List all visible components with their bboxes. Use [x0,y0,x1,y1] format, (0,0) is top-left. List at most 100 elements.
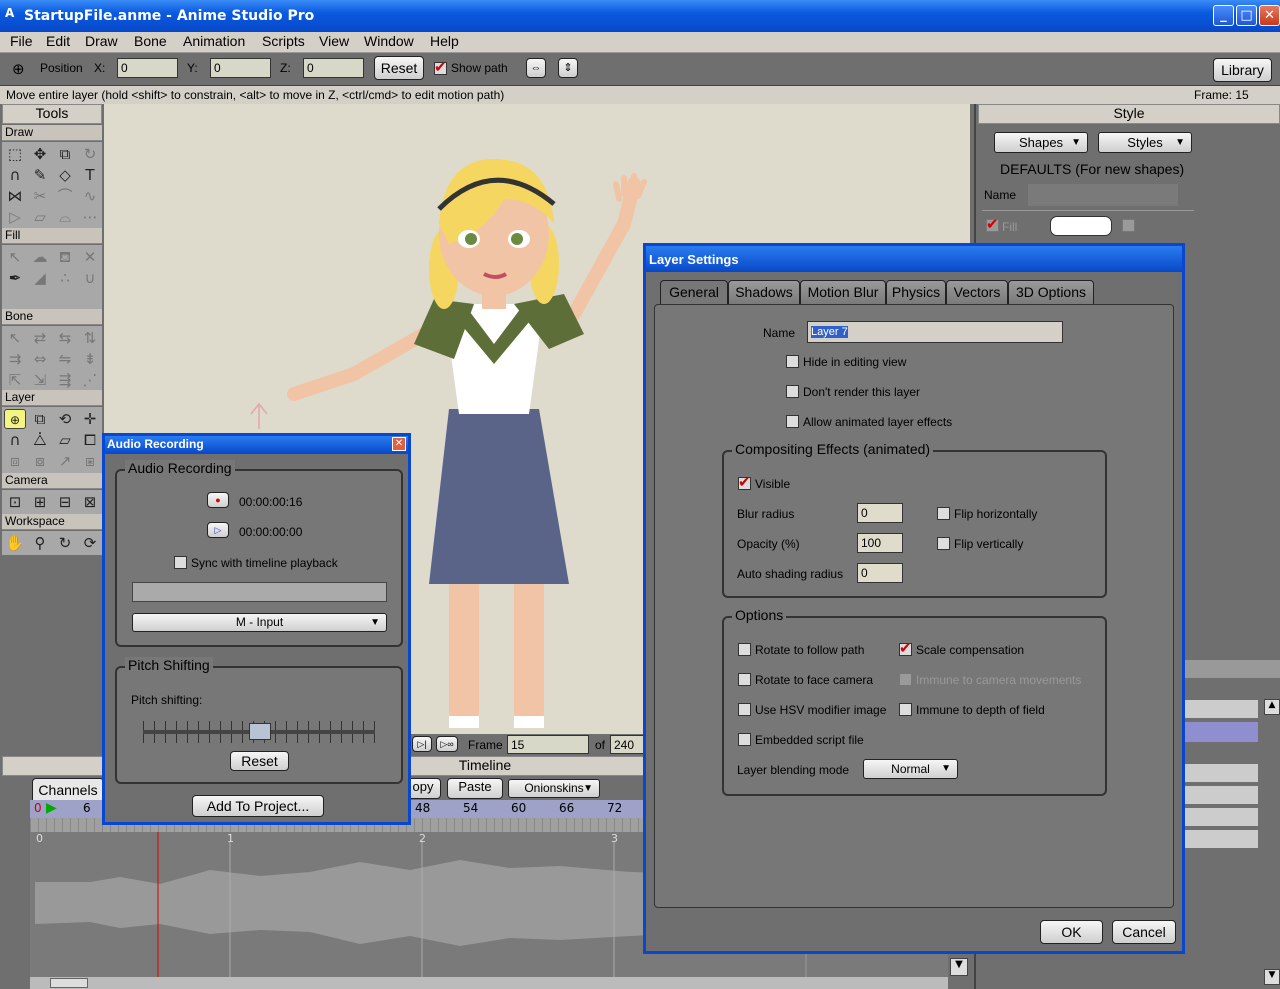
scroll-up-icon[interactable]: ▲ [1264,699,1280,715]
rotate-workspace-icon[interactable]: ↻ [54,533,76,553]
tab-motion-blur[interactable]: Motion Blur [800,280,886,304]
layer-row[interactable] [1184,700,1258,718]
dont-render-checkbox[interactable] [786,385,799,398]
eyedropper-layer-icon[interactable]: ⧆ [79,451,101,471]
rotate-camera-checkbox[interactable] [738,673,751,686]
path-tool-1-icon[interactable]: ⇔ [526,58,546,78]
z-field[interactable]: 0 [303,58,364,78]
hsv-checkbox[interactable] [738,703,751,716]
bone-physics-icon[interactable]: ⋰ [79,370,101,390]
flip-vertical-checkbox[interactable] [937,537,950,550]
sync-checkbox[interactable] [174,556,187,569]
menu-view[interactable]: View [319,33,349,49]
immune-camera-checkbox[interactable] [899,673,912,686]
hide-editing-checkbox[interactable] [786,355,799,368]
scroll-down-icon[interactable]: ▼ [950,958,968,976]
allow-animated-checkbox[interactable] [786,415,799,428]
menu-help[interactable]: Help [430,33,459,49]
bind-layer-icon[interactable]: ⇱ [4,370,26,390]
tab-3d-options[interactable]: 3D Options [1008,280,1094,304]
eyedropper-icon[interactable]: ✒ [4,268,26,288]
cancel-button[interactable]: Cancel [1112,920,1176,944]
layer-row[interactable] [1184,764,1258,782]
text-tool-icon[interactable]: T [79,165,101,185]
immune-dof-checkbox[interactable] [899,703,912,716]
pitch-slider-thumb[interactable] [249,723,271,740]
roll-camera-icon[interactable]: ⊟ [54,492,76,512]
delete-shape-icon[interactable]: ✕ [79,247,101,267]
flip-horizontal-checkbox[interactable] [937,507,950,520]
layer-row[interactable] [1184,786,1258,804]
maximize-button[interactable]: □ [1236,5,1257,26]
fill-toggle-checkbox[interactable] [1122,219,1135,232]
scroll-thumb[interactable] [50,978,88,988]
x-field[interactable]: 0 [117,58,178,78]
flip-layer-icon[interactable]: ⧊ [29,430,51,450]
hand-icon[interactable]: ✋ [4,533,26,553]
reset-button[interactable]: Reset [374,56,424,80]
menu-animation[interactable]: Animation [183,33,245,49]
blend-mode-dropdown[interactable]: Normal ▼ [863,759,958,779]
reparent-bone-icon[interactable]: ⇔ [29,349,51,369]
manipulate-bones-icon[interactable]: ⇟ [79,349,101,369]
add-point-icon[interactable]: ∩ [4,165,26,185]
paste-button[interactable]: Paste [447,778,503,799]
pitch-reset-button[interactable]: Reset [230,751,289,771]
menu-window[interactable]: Window [364,33,414,49]
auto-shading-field[interactable]: 0 [857,563,903,583]
opacity-field[interactable]: 100 [857,533,903,553]
layer-selector-icon[interactable]: ↗ [54,451,76,471]
line-width-icon[interactable]: ◢ [29,268,51,288]
pan-tilt-camera-icon[interactable]: ⊠ [79,492,101,512]
curvature-icon[interactable]: ⌒ [54,186,76,206]
translate-points-icon[interactable]: ✥ [29,144,51,164]
tab-vectors[interactable]: Vectors [946,280,1008,304]
track-camera-icon[interactable]: ⊡ [4,492,26,512]
path-tool-2-icon[interactable]: ⇕ [558,58,578,78]
shear-layer-icon[interactable]: ▱ [54,430,76,450]
select-shape-icon[interactable]: ↖ [4,247,26,267]
perspective-icon[interactable]: ▷ [4,207,26,227]
layer-name-field[interactable]: Layer 7 [807,321,1063,343]
tab-general[interactable]: General [660,280,728,305]
visible-checkbox[interactable] [738,473,751,491]
layer-row-selected[interactable] [1184,722,1258,742]
step-forward-icon[interactable]: ▷| [412,736,432,752]
onionskins-dropdown[interactable]: Onionskins ▼ [508,779,600,798]
play-icon[interactable]: ▷ [207,522,229,538]
set-origin-icon[interactable]: ✛ [79,409,101,429]
tab-channels[interactable]: Channels [32,778,104,800]
select-bone-icon[interactable]: ↖ [4,328,26,348]
menu-scripts[interactable]: Scripts [262,33,305,49]
delete-edge-icon[interactable]: ✂ [29,186,51,206]
orbit-workspace-icon[interactable]: ⟳ [79,533,101,553]
translate-layer-icon[interactable]: ⊕ [4,409,26,429]
add-to-project-button[interactable]: Add To Project... [192,795,324,817]
magnet-icon[interactable]: ⋈ [4,186,26,206]
bend-icon[interactable]: ⌓ [54,207,76,227]
layer-row[interactable] [1184,830,1258,848]
style-name-field[interactable] [1028,184,1178,206]
rotate-layer-xy-icon[interactable]: ∩ [4,430,26,450]
add-bone-icon[interactable]: ⇉ [4,349,26,369]
zoom-camera-icon[interactable]: ⊞ [29,492,51,512]
y-field[interactable]: 0 [210,58,271,78]
freehand-icon[interactable]: ✎ [29,165,51,185]
close-icon[interactable]: ✕ [392,437,406,451]
switch-layer-icon[interactable]: ⧠ [79,430,101,450]
shear-icon[interactable]: ▱ [29,207,51,227]
scale-points-icon[interactable]: ⧉ [54,144,76,164]
offset-bone-icon[interactable]: ⇶ [54,370,76,390]
close-button[interactable]: ✕ [1259,5,1280,26]
menu-file[interactable]: File [10,33,33,49]
embedded-script-checkbox[interactable] [738,733,751,746]
bind-points-icon[interactable]: ⇲ [29,370,51,390]
fill-color-swatch[interactable] [1050,216,1112,236]
paint-bucket-icon[interactable]: ⛾ [54,247,76,267]
scale-bone-icon[interactable]: ⇆ [54,328,76,348]
bone-strength-icon[interactable]: ⇋ [54,349,76,369]
show-path-checkbox[interactable] [434,58,447,76]
styles-dropdown[interactable]: Styles ▼ [1098,132,1192,153]
noise-icon[interactable]: ∿ [79,186,101,206]
hide-shape-icon[interactable]: ∴ [54,268,76,288]
